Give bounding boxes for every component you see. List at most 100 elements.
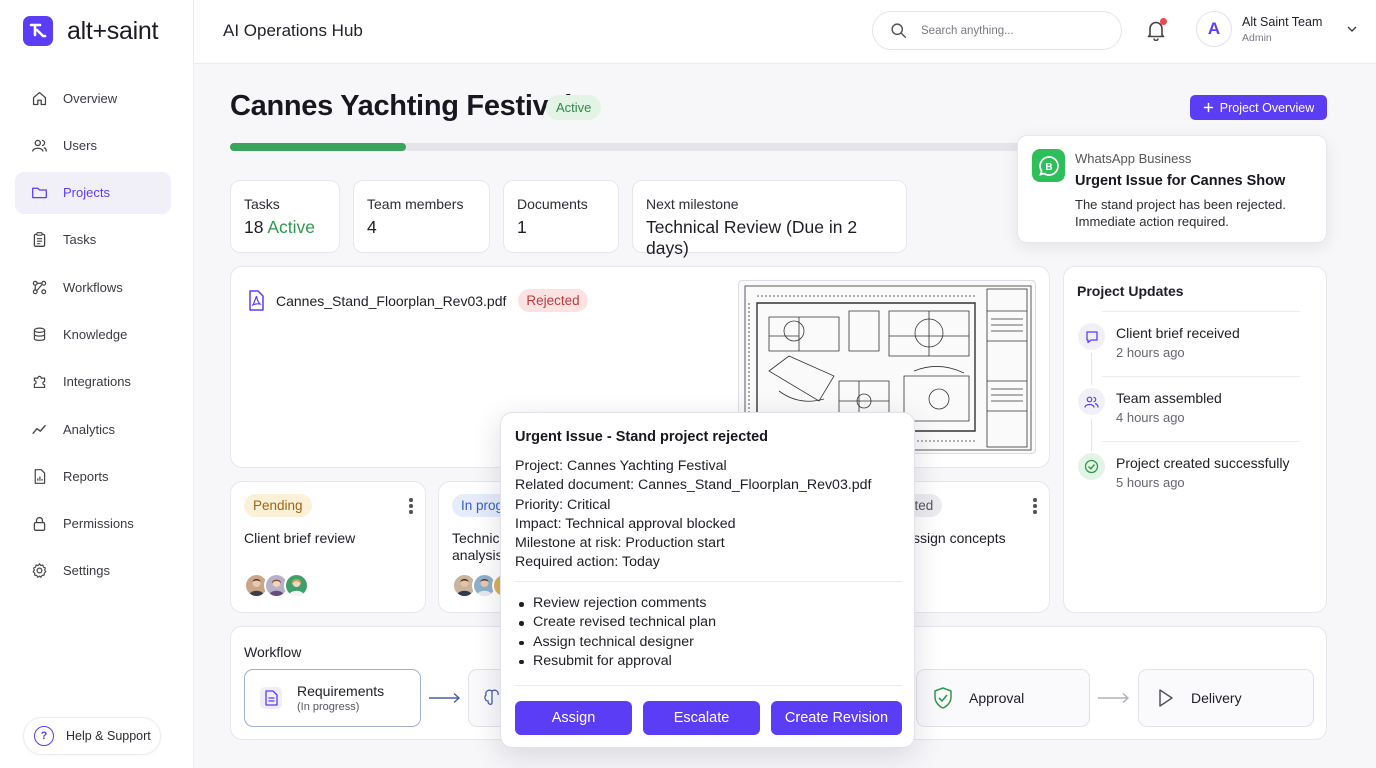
plus-icon <box>1203 102 1213 113</box>
gear-icon <box>32 563 47 579</box>
rejected-badge: Rejected <box>518 289 588 312</box>
issue-required-action: Required action: Today <box>515 554 660 571</box>
modal-divider <box>515 581 902 582</box>
task-title: Client brief review <box>244 530 356 546</box>
task-title: Technic analysis <box>452 530 503 563</box>
team-icon <box>1078 388 1105 415</box>
stat-label: Documents <box>517 196 588 212</box>
update-title: Team assembled <box>1116 390 1222 406</box>
sidebar-item-knowledge[interactable]: Knowledge <box>15 313 171 355</box>
arrow-right-icon <box>429 692 461 704</box>
action-item: Review rejection comments <box>515 594 716 613</box>
folder-icon <box>32 187 47 199</box>
project-overview-button[interactable]: Project Overview <box>1190 95 1327 120</box>
issue-impact: Impact: Technical approval blocked <box>515 515 736 532</box>
top-header: AI Operations Hub A Alt Saint Team Admin <box>194 0 1376 64</box>
sidebar-item-workflows[interactable]: Workflows <box>15 266 171 308</box>
search-icon <box>891 23 907 39</box>
sidebar-item-label: Knowledge <box>63 326 128 342</box>
users-icon <box>32 139 47 152</box>
notifications-button[interactable] <box>1146 18 1168 42</box>
pending-badge: Pending <box>244 494 312 517</box>
project-updates-panel: Project Updates Client brief received 2 … <box>1063 266 1327 613</box>
check-circle-icon <box>1078 453 1105 480</box>
sidebar-item-label: Integrations <box>63 374 131 390</box>
report-icon <box>34 468 46 484</box>
message-icon <box>1078 323 1105 350</box>
workflow-icon <box>32 280 47 294</box>
sidebar-item-label: Permissions <box>63 516 134 532</box>
workflow-step-delivery[interactable]: Delivery <box>1138 669 1314 727</box>
task-title: ssign concepts <box>913 530 1006 546</box>
svg-text:B: B <box>1045 162 1052 173</box>
search-box[interactable] <box>872 11 1122 50</box>
more-options-icon[interactable] <box>1033 498 1037 516</box>
whatsapp-notification[interactable]: B WhatsApp Business Urgent Issue for Can… <box>1017 135 1327 243</box>
sidebar-item-projects[interactable]: Projects <box>15 171 171 214</box>
user-menu[interactable]: A Alt Saint Team Admin <box>1196 11 1358 47</box>
project-progress-bar <box>230 143 1030 151</box>
status-badge: Active <box>546 95 602 120</box>
issue-details: Project: Cannes Yachting Festival Relate… <box>515 457 872 573</box>
issue-milestone: Milestone at risk: Production start <box>515 535 725 552</box>
help-icon: ? <box>34 726 54 746</box>
update-time: 5 hours ago <box>1116 475 1185 490</box>
workflow-title: Workflow <box>244 644 302 660</box>
escalate-button[interactable]: Escalate <box>643 701 760 735</box>
help-label: Help & Support <box>66 729 151 743</box>
sidebar-item-settings[interactable]: Settings <box>15 550 171 592</box>
update-title: Project created successfully <box>1116 455 1290 471</box>
notification-app: WhatsApp Business <box>1075 151 1192 166</box>
sidebar-item-label: Reports <box>63 468 109 484</box>
sidebar-item-label: Projects <box>63 185 110 201</box>
sidebar: alt+saint Overview Users Projects Tasks … <box>0 0 194 768</box>
more-options-icon[interactable] <box>409 498 413 516</box>
stat-tasks-active: Active <box>267 217 316 237</box>
search-input[interactable] <box>921 24 1091 37</box>
sidebar-item-label: Overview <box>63 90 118 106</box>
sidebar-item-overview[interactable]: Overview <box>15 77 171 119</box>
chevron-down-icon <box>1347 26 1357 33</box>
stat-tasks-count: 18 <box>244 217 264 237</box>
project-title: Cannes Yachting Festival <box>230 90 573 122</box>
user-role: Admin <box>1242 31 1272 44</box>
update-item[interactable]: Team assembled 4 hours ago <box>1078 376 1314 440</box>
stat-value: 1 <box>517 217 527 237</box>
update-item[interactable]: Client brief received 2 hours ago <box>1078 311 1314 375</box>
sidebar-item-analytics[interactable]: Analytics <box>15 408 171 450</box>
sidebar-item-reports[interactable]: Reports <box>15 455 171 497</box>
sidebar-item-permissions[interactable]: Permissions <box>15 503 171 545</box>
assign-button[interactable]: Assign <box>515 701 632 735</box>
arrow-right-icon <box>1098 692 1130 704</box>
lock-icon <box>33 517 46 532</box>
stat-card-team[interactable]: Team members 4 <box>353 180 490 253</box>
modal-divider <box>515 685 902 686</box>
action-list: Review rejection comments Create revised… <box>515 594 716 671</box>
issue-document: Related document: Cannes_Stand_Floorplan… <box>515 477 872 494</box>
update-item[interactable]: Project created successfully 5 hours ago <box>1078 441 1314 505</box>
workflow-step-requirements[interactable]: Requirements (In progress) <box>244 669 421 727</box>
document-file[interactable]: Cannes_Stand_Floorplan_Rev03.pdf Rejecte… <box>247 289 588 312</box>
workflow-step-label: Requirements <box>297 683 385 699</box>
avatar <box>284 573 309 598</box>
play-icon <box>1159 689 1173 707</box>
brand-name: alt+saint <box>67 16 159 45</box>
project-overview-label: Project Overview <box>1219 100 1315 115</box>
sidebar-nav: Overview Users Projects Tasks Workflows … <box>15 77 171 597</box>
workflow-step-label: Delivery <box>1191 690 1242 706</box>
sidebar-item-integrations[interactable]: Integrations <box>15 361 171 403</box>
notification-body: The stand project has been rejected. Imm… <box>1075 197 1287 229</box>
sidebar-item-users[interactable]: Users <box>15 124 171 166</box>
stat-card-tasks[interactable]: Tasks 18 Active <box>230 180 340 253</box>
stat-card-documents[interactable]: Documents 1 <box>503 180 619 253</box>
task-card[interactable]: Pending Client brief review <box>230 481 426 613</box>
workflow-step-approval[interactable]: Approval <box>916 669 1090 727</box>
action-item: Assign technical designer <box>515 633 716 652</box>
brand-logo[interactable]: alt+saint <box>23 16 158 46</box>
trend-icon <box>32 424 46 434</box>
avatar: A <box>1196 11 1232 47</box>
help-support-button[interactable]: ? Help & Support <box>23 717 161 755</box>
create-revision-button[interactable]: Create Revision <box>771 701 902 735</box>
stat-card-milestone[interactable]: Next milestone Technical Review (Due in … <box>632 180 907 258</box>
sidebar-item-tasks[interactable]: Tasks <box>15 219 171 261</box>
